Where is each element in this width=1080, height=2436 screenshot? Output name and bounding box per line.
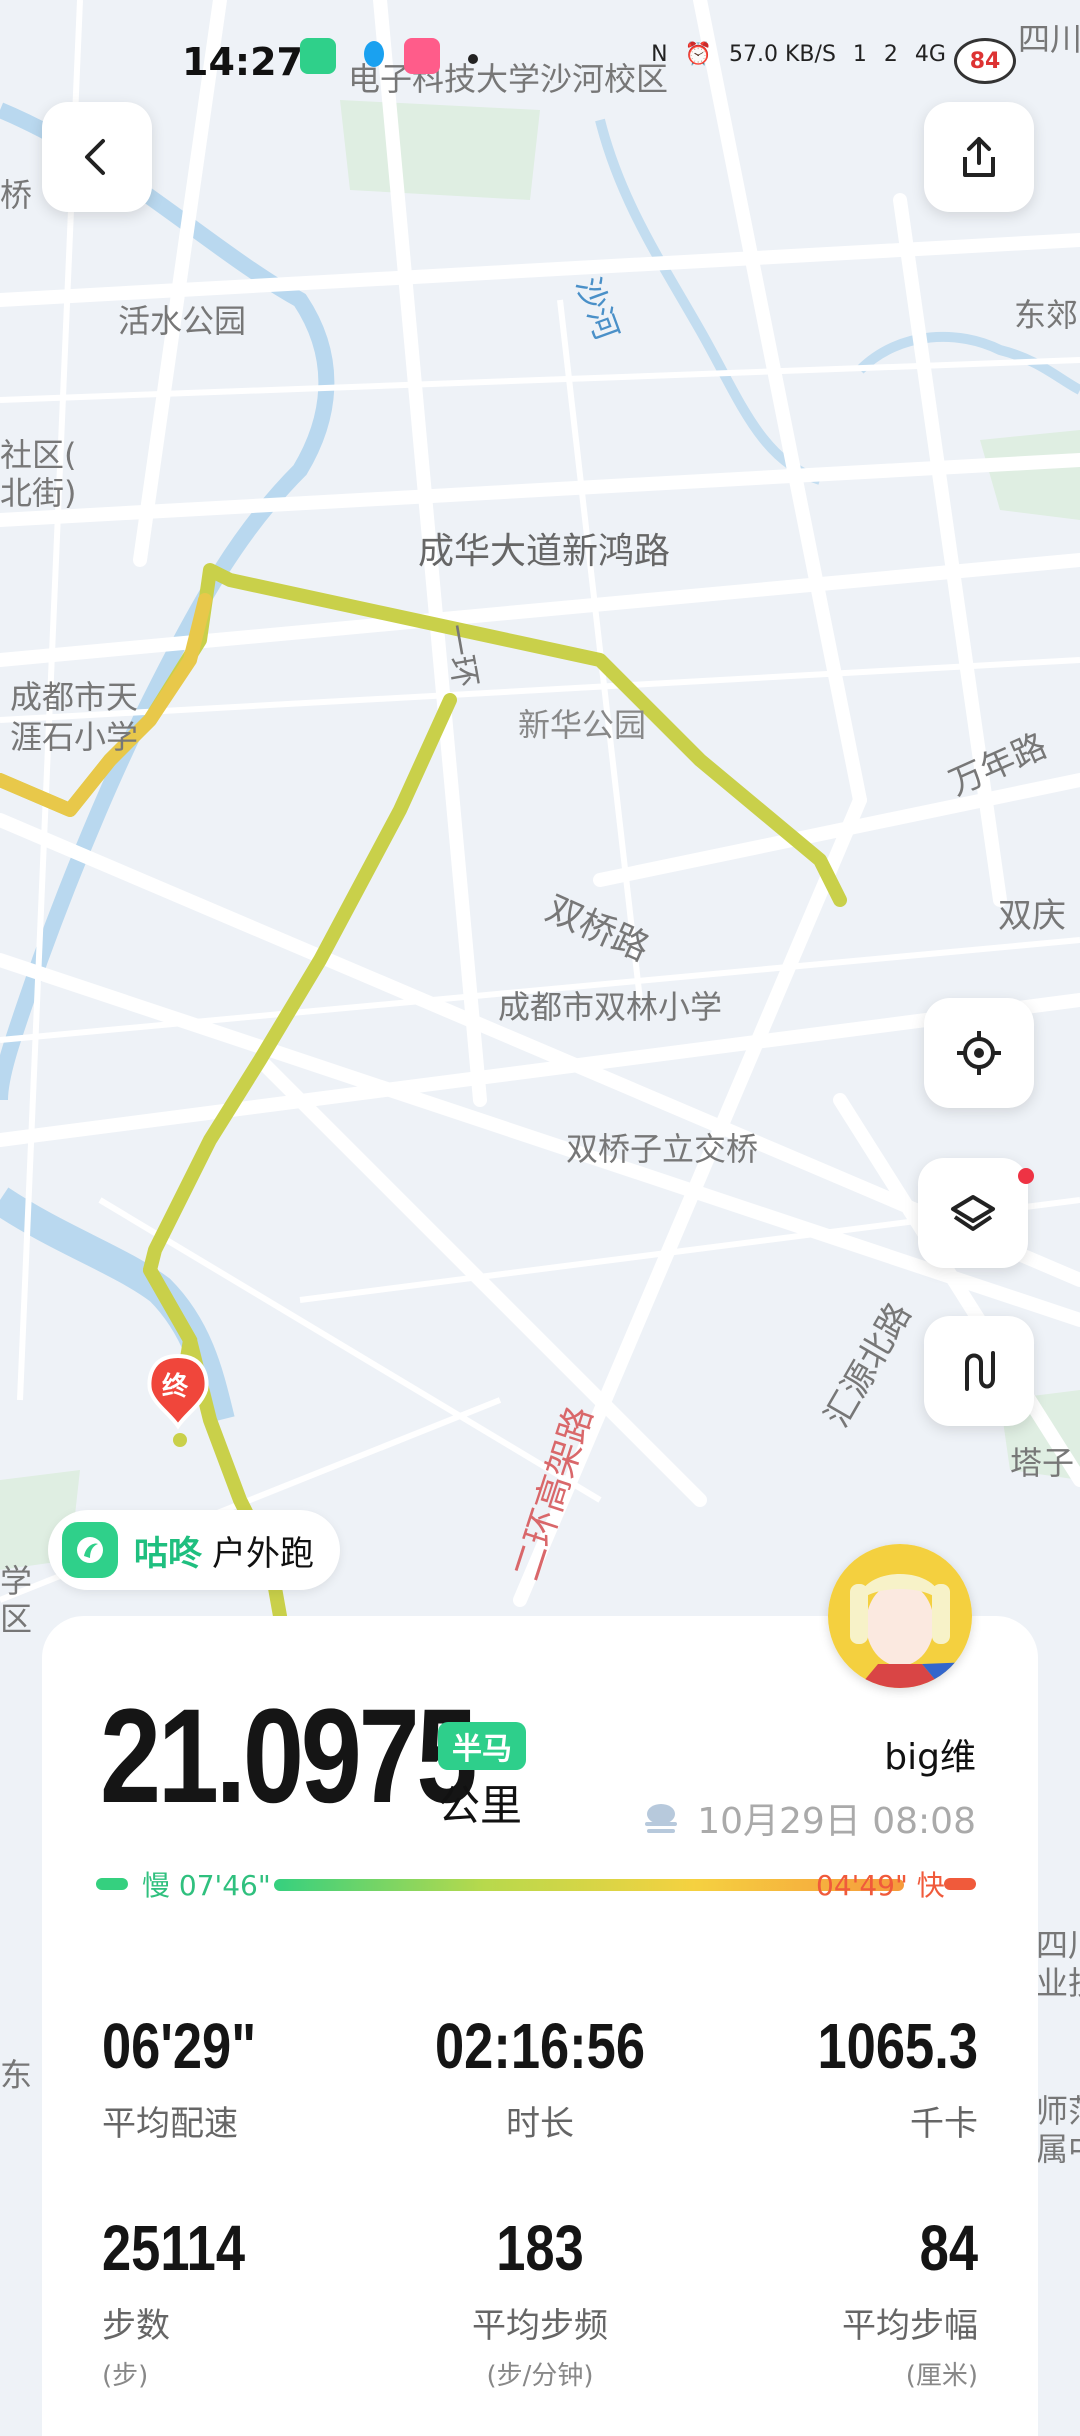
map-label-huoshui-park: 活水公园	[118, 302, 247, 340]
pace-slow-cap	[96, 1878, 128, 1890]
qq-icon	[356, 38, 392, 74]
sim-1: 1	[852, 42, 867, 67]
pace-gradient-bar	[274, 1879, 904, 1891]
brand-pill: 咕咚 户外跑	[48, 1510, 340, 1590]
brand-name: 咕咚	[134, 1533, 202, 1574]
net-speed: 57.0 KB/S	[729, 42, 836, 67]
map-label-fuzhong: 属中	[1036, 2130, 1080, 2168]
stat-calories: 1065.3 千卡	[678, 2014, 978, 2145]
stat-value: 1065.3	[817, 2010, 978, 2082]
stat-unit: (厘米)	[905, 2361, 978, 2391]
back-button[interactable]	[42, 102, 152, 212]
stat-label: 平均步频	[472, 2306, 608, 2346]
stat-label: 平均配速	[102, 2104, 238, 2144]
stat-value: 06'29"	[102, 2010, 257, 2082]
stat-value: 84	[919, 2212, 978, 2284]
stat-cadence: 183 平均步频 (步/分钟)	[390, 2216, 690, 2392]
stat-stride: 84 平均步幅 (厘米)	[678, 2216, 978, 2392]
locate-icon	[957, 1031, 1001, 1075]
map-label-shuanglin-school: 成都市双林小学	[498, 988, 723, 1026]
map-label-dongjiao: 东郊	[1014, 296, 1079, 334]
stat-value: 25114	[102, 2212, 246, 2284]
status-time: 14:27	[182, 40, 303, 84]
share-button[interactable]	[924, 102, 1034, 212]
bilibili-icon	[404, 38, 440, 74]
half-marathon-badge: 半马	[438, 1722, 526, 1770]
avatar-image	[828, 1544, 972, 1688]
activity-type: 户外跑	[212, 1533, 314, 1574]
distance-unit: 公里	[438, 1781, 523, 1830]
distance-value: 21.0975	[100, 1682, 478, 1831]
layers-notification-dot	[1018, 1168, 1034, 1184]
back-arrow-icon	[85, 139, 105, 175]
pace-fast-cap	[944, 1878, 976, 1890]
avatar[interactable]	[828, 1544, 972, 1688]
sim-2: 2	[883, 42, 898, 67]
map-label-tazi: 塔子	[1010, 1444, 1075, 1482]
share-icon	[963, 137, 995, 177]
status-bar: 14:27 N ⏰ 57.0 KB/S 1 2 4G 5G 84	[0, 30, 1080, 100]
alarm-icon: ⏰	[684, 42, 713, 67]
activity-date-row: 10月29日 08:08	[639, 1792, 976, 1844]
layers-icon	[951, 1195, 995, 1231]
route-button[interactable]	[924, 1316, 1034, 1426]
stat-duration: 02:16:56 时长	[390, 2014, 690, 2145]
locate-button[interactable]	[924, 998, 1034, 1108]
stat-value: 02:16:56	[434, 2010, 646, 2082]
nfc-icon: N	[651, 42, 668, 67]
status-icons: N ⏰ 57.0 KB/S 1 2 4G 5G	[641, 42, 994, 67]
cloud-icon	[645, 1804, 678, 1833]
pace-range: 慢 07'46" 04'49" 快	[96, 1864, 984, 1904]
map-label-xinhua-park: 新华公园	[518, 706, 647, 744]
more-notifications-dot	[468, 54, 478, 64]
map-label-left-jie: 北街)	[0, 474, 77, 512]
map-label-left-qu2: 区	[0, 1600, 33, 1638]
map-label-shuangqing: 双庆	[998, 896, 1066, 936]
map-label-left-dong: 东	[0, 2056, 33, 2094]
end-marker-label: 终	[162, 1372, 189, 1402]
stat-steps: 25114 步数 (步)	[102, 2216, 402, 2392]
layers-button[interactable]	[918, 1158, 1028, 1268]
app-notification-icon	[300, 38, 336, 74]
pace-fast-label: 04'49" 快	[816, 1869, 945, 1902]
stat-value: 183	[496, 2212, 584, 2284]
map-label-shuangqiaozi-bridge: 双桥子立交桥	[566, 1130, 759, 1168]
stat-label: 千卡	[910, 2104, 978, 2144]
map-label-industrial: 业技	[1036, 1964, 1080, 2002]
activity-date: 10月29日 08:08	[697, 1801, 976, 1842]
codoon-logo-icon	[62, 1522, 118, 1578]
stat-label: 平均步幅	[842, 2306, 978, 2346]
network-1: 4G	[914, 42, 946, 67]
route-icon	[965, 1351, 995, 1391]
username: big维	[884, 1737, 976, 1778]
map-label-chenghua-road: 成华大道新鸿路	[418, 531, 671, 572]
stat-label: 步数	[102, 2306, 170, 2346]
stat-unit: (步)	[102, 2361, 149, 2391]
map-label-tianyashi-2: 涯石小学	[10, 718, 139, 756]
pace-slow-label: 慢 07'46"	[142, 1869, 271, 1902]
map-label-left-qiao: 桥	[0, 176, 33, 214]
stat-label: 时长	[506, 2104, 574, 2144]
stat-avg-pace: 06'29" 平均配速	[102, 2014, 402, 2145]
battery-indicator: 84	[954, 38, 1016, 84]
stat-unit: (步/分钟)	[486, 2361, 594, 2391]
